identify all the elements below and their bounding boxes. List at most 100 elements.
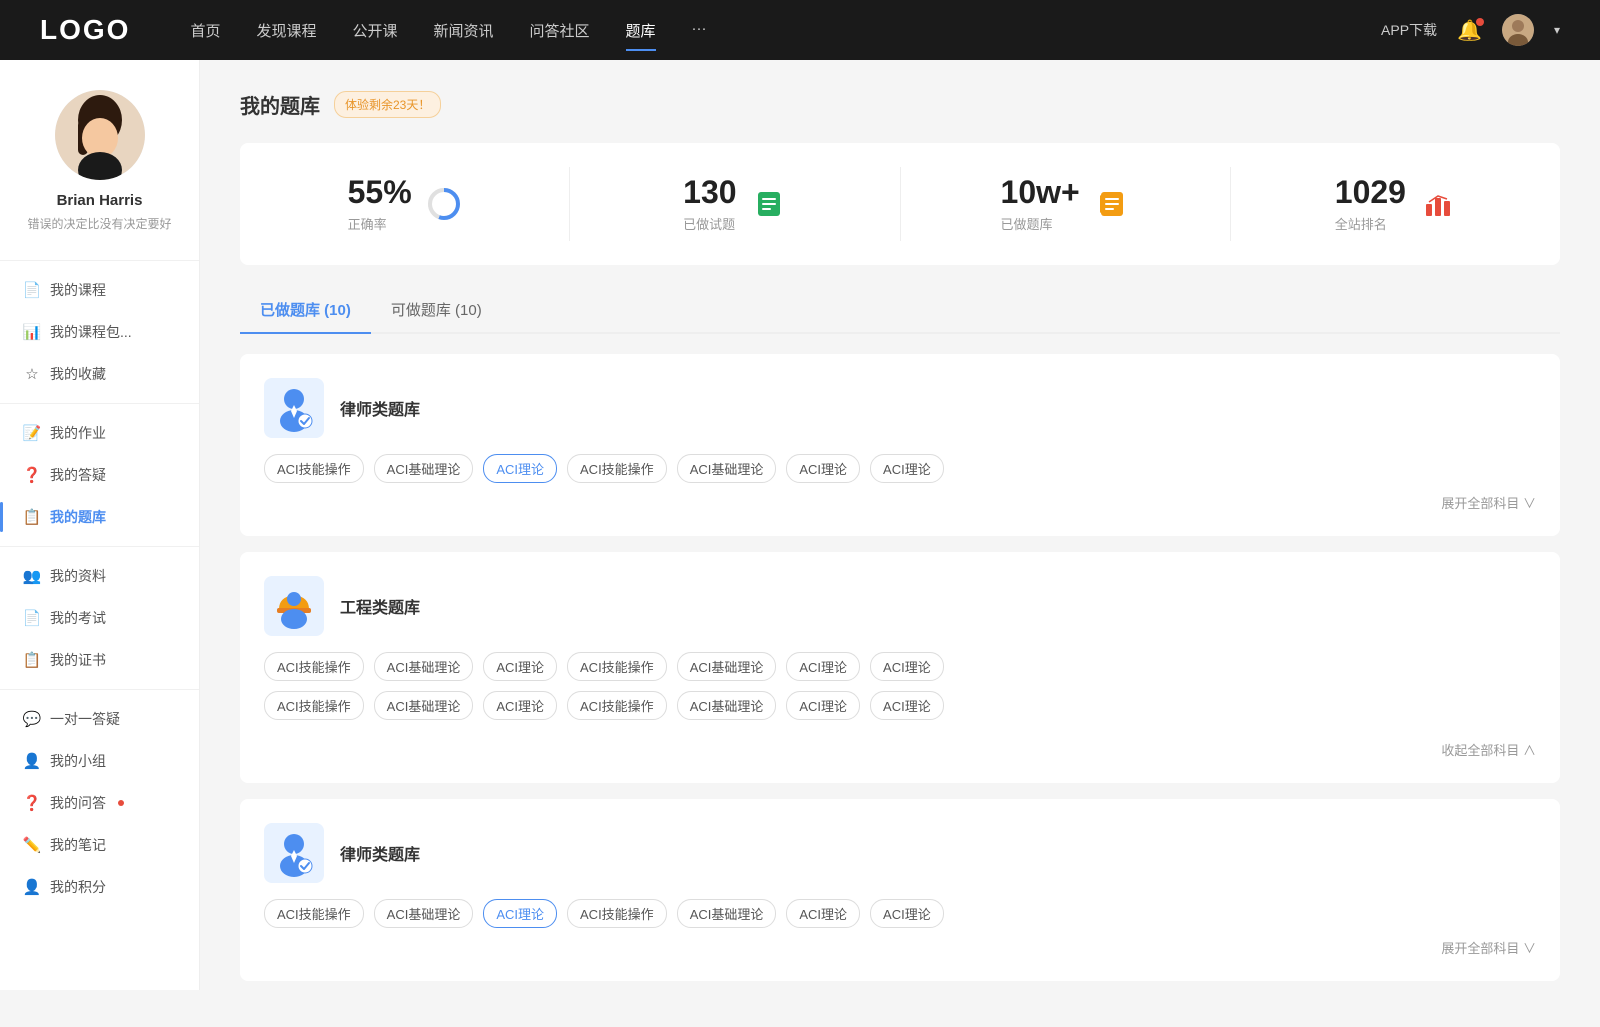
sidebar-divider-4	[0, 689, 199, 690]
stat-done-text: 130 已做试题	[683, 175, 736, 233]
qbank-card-1-header: 律师类题库	[264, 378, 1536, 438]
sidebar-item-course-packages[interactable]: 📊 我的课程包...	[0, 311, 199, 353]
qbank-card-2-header: 工程类题库	[264, 576, 1536, 636]
sidebar-item-homework[interactable]: 📝 我的作业	[0, 412, 199, 454]
stat-done-questions: 130 已做试题	[570, 167, 900, 241]
qbank-2-r2-tag-4[interactable]: ACI基础理论	[677, 691, 777, 720]
qbank-card-1: 律师类题库 ACI技能操作 ACI基础理论 ACI理论 ACI技能操作 ACI基…	[240, 354, 1560, 536]
materials-label: 我的资料	[50, 566, 106, 586]
favorites-label: 我的收藏	[50, 364, 106, 384]
main-content: 我的题库 体验剩余23天！ 55% 正确率	[200, 60, 1600, 1027]
qbank-3-tag-4[interactable]: ACI基础理论	[677, 899, 777, 928]
avatar-image	[1502, 14, 1534, 46]
done-questions-icon	[751, 186, 787, 222]
stat-accuracy-text: 55% 正确率	[348, 175, 412, 233]
sidebar-item-certificates[interactable]: 📋 我的证书	[0, 639, 199, 681]
qbank-2-r2-tag-2[interactable]: ACI理论	[483, 691, 557, 720]
qbank-card-3-tags: ACI技能操作 ACI基础理论 ACI理论 ACI技能操作 ACI基础理论 AC…	[264, 899, 1536, 928]
qbank-2-r2-tag-1[interactable]: ACI基础理论	[374, 691, 474, 720]
sidebar-item-qbank[interactable]: 📋 我的题库	[0, 496, 199, 538]
sidebar-item-my-qa[interactable]: ❓ 我的答疑	[0, 454, 199, 496]
qbank-1-tag-0[interactable]: ACI技能操作	[264, 454, 364, 483]
qbank-2-r1-tag-1[interactable]: ACI基础理论	[374, 652, 474, 681]
qbank-card-1-title: 律师类题库	[340, 396, 420, 420]
stat-banks-value: 10w+	[1001, 175, 1080, 210]
sidebar-item-exams[interactable]: 📄 我的考试	[0, 597, 199, 639]
qbank-1-tag-2[interactable]: ACI理论	[483, 454, 557, 483]
notification-icon[interactable]: 🔔	[1457, 18, 1482, 43]
profile-motto: 错误的决定比没有决定要好	[27, 215, 171, 232]
notes-icon: ✏️	[24, 837, 40, 853]
qbank-2-collapse[interactable]: 收起全部科目 ∧	[264, 740, 1536, 759]
certificates-icon: 📋	[24, 652, 40, 668]
qbank-2-r2-tag-5[interactable]: ACI理论	[786, 691, 860, 720]
qbank-2-r1-tag-3[interactable]: ACI技能操作	[567, 652, 667, 681]
sidebar-item-questions[interactable]: ❓ 我的问答	[0, 782, 199, 824]
qbank-card-3-icon	[264, 823, 324, 883]
sidebar-item-groups[interactable]: 👤 我的小组	[0, 740, 199, 782]
qbank-2-r1-tag-4[interactable]: ACI基础理论	[677, 652, 777, 681]
qbank-2-r2-tag-0[interactable]: ACI技能操作	[264, 691, 364, 720]
sidebar-item-points[interactable]: 👤 我的积分	[0, 866, 199, 908]
avatar-header[interactable]	[1502, 14, 1534, 46]
sidebar-item-notes[interactable]: ✏️ 我的笔记	[0, 824, 199, 866]
qbank-3-tag-3[interactable]: ACI技能操作	[567, 899, 667, 928]
qbank-card-2-title: 工程类题库	[340, 594, 420, 618]
qbank-1-tag-4[interactable]: ACI基础理论	[677, 454, 777, 483]
logo: LOGO	[40, 14, 130, 46]
nav-qbank[interactable]: 题库	[626, 16, 656, 45]
one-on-one-icon: 💬	[24, 711, 40, 727]
stats-card: 55% 正确率 130 已做试题	[240, 143, 1560, 265]
stat-accuracy-label: 正确率	[348, 214, 412, 233]
qbank-3-tag-5[interactable]: ACI理论	[786, 899, 860, 928]
nav-home[interactable]: 首页	[190, 16, 220, 45]
qbank-3-tag-6[interactable]: ACI理论	[870, 899, 944, 928]
qbank-3-tag-1[interactable]: ACI基础理论	[374, 899, 474, 928]
qbank-3-tag-0[interactable]: ACI技能操作	[264, 899, 364, 928]
avatar-dropdown-arrow[interactable]: ▾	[1554, 23, 1560, 37]
stat-ranking-text: 1029 全站排名	[1335, 175, 1406, 233]
qbank-2-r1-tag-2[interactable]: ACI理论	[483, 652, 557, 681]
questions-notification-dot	[118, 800, 124, 806]
stat-ranking-value: 1029	[1335, 175, 1406, 210]
qbank-2-r1-tag-5[interactable]: ACI理论	[786, 652, 860, 681]
app-download-link[interactable]: APP下载	[1381, 20, 1437, 40]
qbank-2-r1-tag-6[interactable]: ACI理论	[870, 652, 944, 681]
qbank-1-expand[interactable]: 展开全部科目 ∨	[264, 493, 1536, 512]
nav-news[interactable]: 新闻资讯	[434, 16, 494, 45]
profile-section: Brian Harris 错误的决定比没有决定要好	[0, 90, 199, 252]
qbank-1-tag-3[interactable]: ACI技能操作	[567, 454, 667, 483]
qbank-1-tag-5[interactable]: ACI理论	[786, 454, 860, 483]
notification-dot	[1476, 18, 1484, 26]
qbank-card-2-tags-row2: ACI技能操作 ACI基础理论 ACI理论 ACI技能操作 ACI基础理论 AC…	[264, 691, 1536, 720]
my-courses-label: 我的课程	[50, 280, 106, 300]
notes-label: 我的笔记	[50, 835, 106, 855]
qbank-2-r2-tag-6[interactable]: ACI理论	[870, 691, 944, 720]
qbank-1-tag-6[interactable]: ACI理论	[870, 454, 944, 483]
tab-done-banks[interactable]: 已做题库 (10)	[240, 289, 371, 332]
stat-done-value: 130	[683, 175, 736, 210]
qbank-1-tag-1[interactable]: ACI基础理论	[374, 454, 474, 483]
favorites-icon: ☆	[24, 366, 40, 382]
nav-more[interactable]: ···	[692, 16, 707, 45]
materials-icon: 👥	[24, 568, 40, 584]
my-qa-label: 我的答疑	[50, 465, 106, 485]
qbank-2-r1-tag-0[interactable]: ACI技能操作	[264, 652, 364, 681]
homework-label: 我的作业	[50, 423, 106, 443]
nav-open-course[interactable]: 公开课	[352, 16, 397, 45]
qbank-3-tag-2[interactable]: ACI理论	[483, 899, 557, 928]
qbank-2-r2-tag-3[interactable]: ACI技能操作	[567, 691, 667, 720]
sidebar-item-materials[interactable]: 👥 我的资料	[0, 555, 199, 597]
points-label: 我的积分	[50, 877, 106, 897]
my-courses-icon: 📄	[24, 282, 40, 298]
header: LOGO 首页 发现课程 公开课 新闻资讯 问答社区 题库 ··· APP下载 …	[0, 0, 1600, 60]
one-on-one-label: 一对一答疑	[50, 709, 120, 729]
sidebar-item-one-on-one[interactable]: 💬 一对一答疑	[0, 698, 199, 740]
sidebar-item-my-courses[interactable]: 📄 我的课程	[0, 269, 199, 311]
tab-available-banks[interactable]: 可做题库 (10)	[371, 289, 502, 332]
profile-avatar-image	[55, 90, 145, 180]
sidebar-item-favorites[interactable]: ☆ 我的收藏	[0, 353, 199, 395]
nav-discover[interactable]: 发现课程	[256, 16, 316, 45]
qbank-3-expand[interactable]: 展开全部科目 ∨	[264, 938, 1536, 957]
nav-qa[interactable]: 问答社区	[530, 16, 590, 45]
